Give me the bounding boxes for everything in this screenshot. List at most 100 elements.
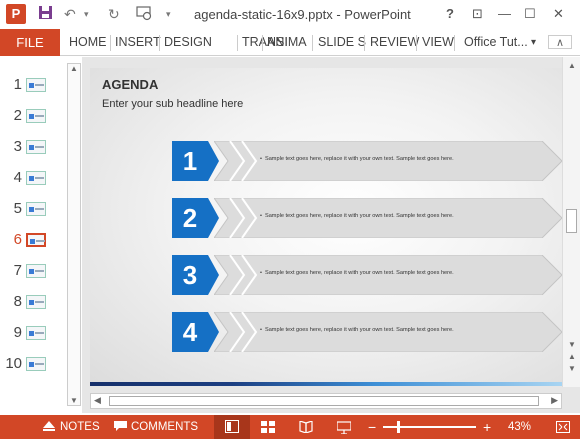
slide-thumbnail[interactable]: 1	[0, 73, 70, 97]
agenda-number: 1	[182, 146, 198, 176]
slide-thumbnail-image[interactable]	[26, 109, 46, 123]
redo-icon[interactable]: ↻	[108, 5, 120, 23]
slide-title[interactable]: AGENDA	[102, 77, 158, 92]
maximize-button[interactable]: ☐	[524, 5, 536, 23]
slide-sorter-view-icon[interactable]	[261, 421, 275, 433]
tab-divider	[416, 35, 417, 51]
thumbnail-graphic	[36, 240, 45, 242]
reading-view-icon[interactable]	[299, 420, 313, 434]
thumbnail-graphic	[35, 146, 44, 148]
slideshow-from-start-icon[interactable]	[136, 5, 152, 25]
thumbnail-graphic	[35, 177, 44, 179]
scrollbar-thumb[interactable]	[566, 209, 577, 233]
slide-thumbnail-image[interactable]	[26, 264, 46, 278]
normal-view-button[interactable]	[214, 415, 250, 439]
zoom-out-button[interactable]: −	[368, 415, 376, 439]
tab-insert[interactable]: INSERT	[115, 29, 161, 56]
slide-thumbnail-image[interactable]	[26, 326, 46, 340]
account-name[interactable]: Office Tut...	[464, 29, 528, 56]
slide-thumbnail-image[interactable]	[26, 233, 46, 247]
slide-thumbnail[interactable]: 4	[0, 166, 70, 190]
slide-thumbnail[interactable]: 9	[0, 321, 70, 345]
slide-thumbnail[interactable]: 2	[0, 104, 70, 128]
tab-view[interactable]: VIEW	[422, 29, 454, 56]
notes-icon[interactable]	[43, 421, 55, 432]
slide-thumbnail[interactable]: 6	[0, 228, 70, 252]
close-button[interactable]: ✕	[553, 5, 564, 23]
scrollbar-thumb[interactable]	[109, 396, 539, 406]
agenda-item-text[interactable]: Sample text goes here, replace it with y…	[260, 270, 454, 276]
help-button[interactable]: ?	[446, 5, 454, 23]
scroll-up-icon[interactable]: ▲	[568, 61, 576, 70]
minimize-button[interactable]: —	[498, 5, 511, 23]
slide-number: 1	[13, 76, 22, 93]
zoom-slider-thumb[interactable]	[397, 421, 400, 433]
thumbnail-graphic	[29, 83, 34, 88]
fit-slide-to-window-icon[interactable]	[556, 421, 572, 433]
collapse-ribbon-icon[interactable]: ∧	[548, 35, 572, 49]
previous-slide-icon[interactable]: ▲	[568, 352, 576, 361]
undo-icon[interactable]: ↶	[64, 5, 76, 23]
slide-number: 10	[5, 355, 22, 372]
tab-slide-show[interactable]: SLIDE S	[318, 29, 366, 56]
scroll-up-icon[interactable]: ▲	[70, 64, 78, 73]
slide-thumbnail-image[interactable]	[26, 140, 46, 154]
agenda-item[interactable]: 2 Sample text goes here, replace it with …	[172, 198, 564, 238]
scroll-right-icon[interactable]: ▶	[551, 395, 558, 406]
ribbon-tab-bar: FILE HOME INSERT DESIGN TRANSI ANIMA SLI…	[0, 29, 580, 56]
slide[interactable]: AGENDA Enter your sub headline here 1 Sam…	[90, 68, 564, 386]
thumbnail-graphic	[29, 362, 34, 367]
zoom-level[interactable]: 43%	[508, 415, 531, 439]
undo-dropdown-icon[interactable]: ▾	[84, 5, 89, 23]
scroll-down-icon[interactable]: ▼	[70, 396, 78, 405]
next-slide-icon[interactable]: ▼	[568, 364, 576, 373]
account-dropdown-icon[interactable]: ▾	[531, 29, 536, 56]
vertical-scrollbar[interactable]: ▲ ▼ ▲ ▼	[562, 57, 580, 387]
tab-divider	[262, 35, 263, 51]
comments-icon[interactable]	[114, 421, 127, 432]
notes-button[interactable]: NOTES	[60, 415, 100, 439]
slide-thumbnail-image[interactable]	[26, 357, 46, 371]
agenda-item[interactable]: 3 Sample text goes here, replace it with …	[172, 255, 564, 295]
slide-number: 5	[13, 200, 22, 217]
save-icon[interactable]	[38, 5, 53, 24]
slide-thumbnail[interactable]: 5	[0, 197, 70, 221]
slide-thumbnail[interactable]: 10	[0, 352, 70, 376]
horizontal-scrollbar[interactable]: ◀ ▶	[90, 393, 562, 409]
zoom-in-button[interactable]: +	[483, 415, 491, 439]
slide-thumbnail-image[interactable]	[26, 171, 46, 185]
agenda-item-text[interactable]: Sample text goes here, replace it with y…	[260, 213, 454, 219]
agenda-item-text[interactable]: Sample text goes here, replace it with y…	[260, 156, 454, 162]
comments-button[interactable]: COMMENTS	[131, 415, 198, 439]
agenda-item[interactable]: 4 Sample text goes here, replace it with …	[172, 312, 564, 352]
tab-review[interactable]: REVIEW	[370, 29, 419, 56]
slide-editing-area: AGENDA Enter your sub headline here 1 Sam…	[82, 57, 580, 413]
agenda-item[interactable]: 1 Sample text goes here, replace it with …	[172, 141, 564, 181]
thumbnail-graphic	[29, 114, 34, 119]
ribbon-display-options-button[interactable]: ⊡	[472, 5, 483, 23]
slide-thumbnail-image[interactable]	[26, 202, 46, 216]
slide-show-view-icon[interactable]	[336, 421, 352, 435]
tab-animations[interactable]: ANIMA	[267, 29, 307, 56]
tab-file[interactable]: FILE	[0, 29, 60, 56]
agenda-item-text[interactable]: Sample text goes here, replace it with y…	[260, 327, 454, 333]
slide-number: 7	[13, 262, 22, 279]
customize-toolbar-icon[interactable]: ▾	[166, 5, 171, 23]
scroll-down-icon[interactable]: ▼	[568, 340, 576, 349]
slide-thumbnail-image[interactable]	[26, 78, 46, 92]
thumbnail-scrollbar[interactable]: ▲ ▼	[67, 63, 81, 406]
tab-design[interactable]: DESIGN	[164, 29, 212, 56]
slide-thumbnail[interactable]: 3	[0, 135, 70, 159]
tab-home[interactable]: HOME	[69, 29, 107, 56]
slide-thumbnail[interactable]: 7	[0, 259, 70, 283]
slide-number: 9	[13, 324, 22, 341]
tab-divider	[454, 35, 455, 51]
slide-thumbnail[interactable]: 8	[0, 290, 70, 314]
agenda-number: 3	[182, 260, 198, 290]
tab-divider	[159, 35, 160, 51]
agenda-number-badge: 2	[172, 198, 220, 238]
slide-thumbnail-image[interactable]	[26, 295, 46, 309]
slide-subtitle[interactable]: Enter your sub headline here	[102, 98, 243, 110]
scroll-left-icon[interactable]: ◀	[94, 395, 101, 406]
thumbnail-graphic	[35, 270, 44, 272]
